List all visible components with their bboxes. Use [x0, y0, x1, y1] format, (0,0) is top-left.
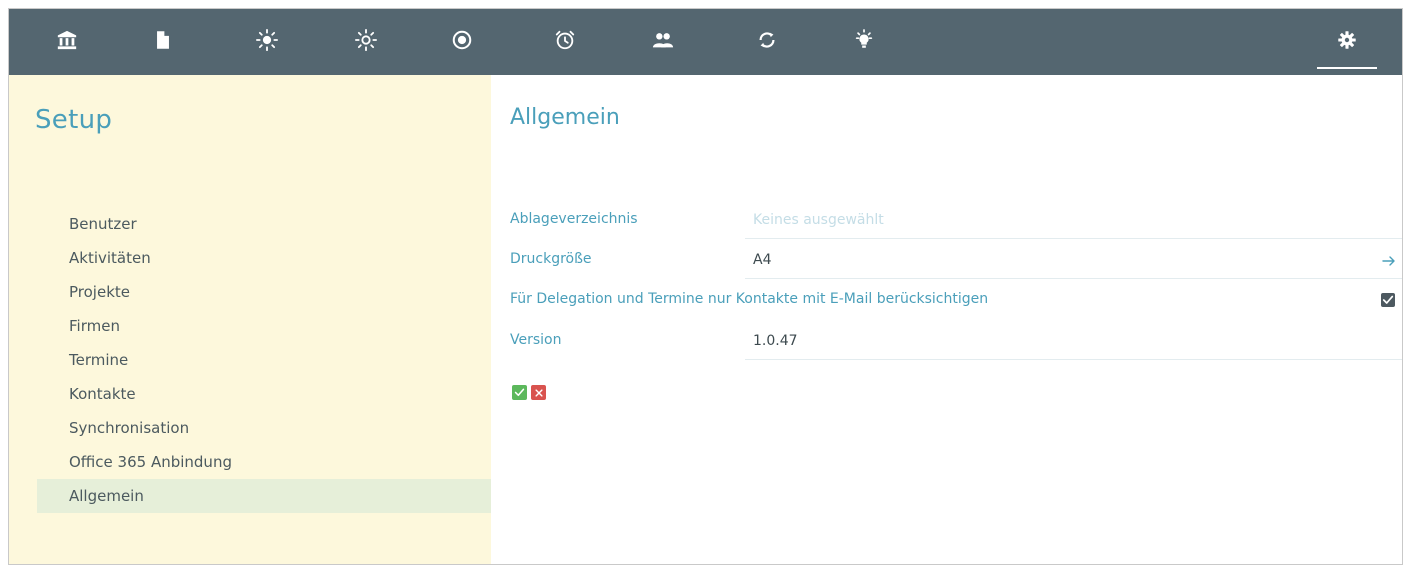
print-size-row: Druckgröße A4	[491, 241, 1402, 281]
sidebar-item-kontakte[interactable]: Kontakte	[37, 377, 491, 411]
sync-icon[interactable]	[749, 22, 785, 58]
version-value: 1.0.47	[745, 322, 1402, 360]
alarm-clock-icon[interactable]	[547, 22, 583, 58]
page-title: Allgemein	[510, 105, 620, 130]
document-icon[interactable]	[145, 22, 181, 58]
main-panel: Allgemein Ablageverzeichnis Druckgröße A…	[491, 75, 1402, 564]
sun-icon[interactable]	[249, 22, 285, 58]
check-icon[interactable]	[512, 385, 527, 400]
print-size-label: Druckgröße	[510, 251, 592, 267]
storage-dir-row: Ablageverzeichnis	[491, 201, 1402, 241]
lightbulb-icon[interactable]	[846, 22, 882, 58]
sun-outline-icon[interactable]	[348, 22, 384, 58]
app-window: Setup Benutzer Aktivitäten Projekte Firm…	[8, 8, 1403, 565]
sidebar-title: Setup	[35, 105, 113, 135]
version-row: Version 1.0.47	[491, 322, 1402, 362]
version-label: Version	[510, 332, 562, 348]
target-icon[interactable]	[444, 22, 480, 58]
top-toolbar	[9, 9, 1402, 75]
people-icon[interactable]	[645, 22, 681, 58]
sidebar-item-projekte[interactable]: Projekte	[37, 275, 491, 309]
setup-nav: Benutzer Aktivitäten Projekte Firmen Ter…	[37, 207, 491, 513]
storage-dir-label: Ablageverzeichnis	[510, 211, 638, 227]
setup-sidebar: Setup Benutzer Aktivitäten Projekte Firm…	[9, 75, 491, 564]
sidebar-item-benutzer[interactable]: Benutzer	[37, 207, 491, 241]
sidebar-item-aktivitaeten[interactable]: Aktivitäten	[37, 241, 491, 275]
bank-icon[interactable]	[49, 22, 85, 58]
gear-icon[interactable]	[1317, 22, 1377, 69]
contacts-email-checkbox[interactable]	[1381, 293, 1395, 307]
close-icon[interactable]	[531, 385, 546, 400]
storage-dir-field[interactable]	[745, 201, 1402, 239]
contacts-email-label: Für Delegation und Termine nur Kontakte …	[510, 291, 989, 307]
sidebar-item-synchronisation[interactable]: Synchronisation	[37, 411, 491, 445]
arrow-right-icon[interactable]	[1382, 253, 1396, 267]
print-size-value[interactable]: A4	[745, 241, 1402, 279]
sidebar-item-firmen[interactable]: Firmen	[37, 309, 491, 343]
contacts-email-row: Für Delegation und Termine nur Kontakte …	[491, 281, 1402, 321]
sidebar-item-office-365[interactable]: Office 365 Anbindung	[37, 445, 491, 479]
checkmark-icon	[1382, 295, 1394, 304]
sidebar-item-allgemein[interactable]: Allgemein	[37, 479, 491, 513]
sidebar-item-termine[interactable]: Termine	[37, 343, 491, 377]
